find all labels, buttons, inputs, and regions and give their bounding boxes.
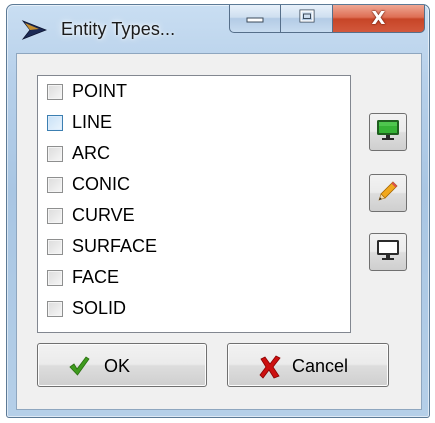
checkbox-solid[interactable] [47, 301, 63, 317]
checkbox-curve[interactable] [47, 208, 63, 224]
list-item-solid[interactable]: SOLID [38, 295, 350, 324]
close-icon: X [371, 8, 386, 29]
checkmark-icon [68, 355, 90, 382]
list-item-conic[interactable]: CONIC [38, 171, 350, 200]
edit-button[interactable] [369, 174, 407, 212]
list-item-line[interactable]: LINE [38, 109, 350, 138]
list-item-arc[interactable]: ARC [38, 140, 350, 169]
list-item-label: FACE [72, 267, 120, 287]
list-item-face[interactable]: FACE [38, 264, 350, 293]
list-item-label: SURFACE [72, 236, 158, 256]
checkbox-surface[interactable] [47, 239, 63, 255]
entity-type-list[interactable]: POINT LINE ARC CONIC CURVE SURFACE FACE … [37, 75, 351, 333]
green-monitor-icon [376, 119, 400, 146]
list-item-label: CONIC [72, 174, 130, 194]
list-item-label: ARC [72, 143, 111, 163]
checkbox-line[interactable] [47, 115, 63, 131]
red-x-icon [258, 355, 282, 384]
ok-button[interactable]: OK [37, 343, 207, 387]
list-item-curve[interactable]: CURVE [38, 202, 350, 231]
checkbox-point[interactable] [47, 84, 63, 100]
ok-label: OK [104, 356, 131, 376]
show-all-button[interactable] [369, 113, 407, 151]
window-title: Entity Types... [61, 19, 176, 39]
list-item-label: LINE [72, 112, 113, 132]
maximize-icon [298, 8, 316, 29]
list-item-label: SOLID [72, 298, 127, 318]
list-item-surface[interactable]: SURFACE [38, 233, 350, 262]
blank-monitor-icon [376, 239, 400, 266]
minimize-icon [245, 10, 265, 28]
minimize-button[interactable] [229, 5, 281, 33]
checkbox-arc[interactable] [47, 146, 63, 162]
close-button[interactable]: X [333, 5, 425, 33]
title-bar[interactable]: Entity Types... X [7, 5, 429, 53]
list-item-point[interactable]: POINT [38, 78, 350, 107]
list-item-label: POINT [72, 81, 128, 101]
cancel-button[interactable]: Cancel [227, 343, 389, 387]
checkbox-conic[interactable] [47, 177, 63, 193]
entity-types-window: Entity Types... X POINT LINE ARC CONIC C… [6, 4, 430, 418]
app-arrow-icon [21, 18, 48, 42]
maximize-button[interactable] [281, 5, 333, 33]
caption-buttons: X [229, 5, 425, 33]
blank-display-button[interactable] [369, 233, 407, 271]
checkbox-face[interactable] [47, 270, 63, 286]
cancel-label: Cancel [292, 356, 349, 376]
list-item-label: CURVE [72, 205, 135, 225]
dialog-body: POINT LINE ARC CONIC CURVE SURFACE FACE … [16, 53, 422, 410]
pencil-icon [376, 179, 400, 208]
